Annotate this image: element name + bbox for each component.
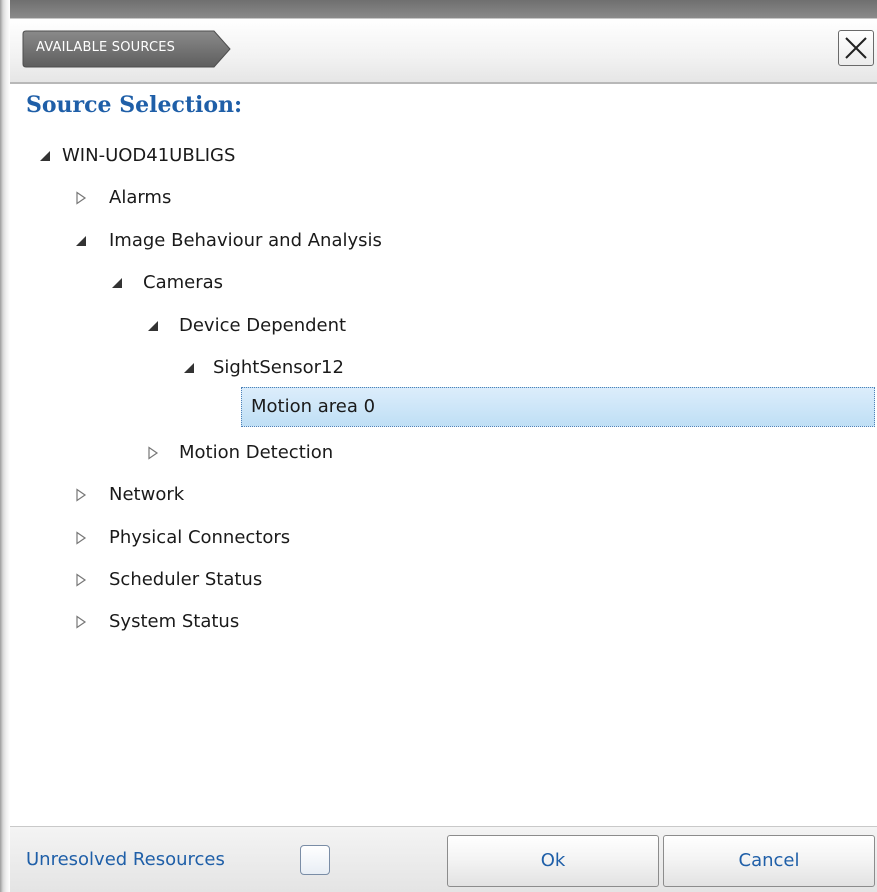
tree-node-label: System Status [109, 611, 240, 632]
collapsed-arrow-icon[interactable] [74, 191, 88, 205]
expanded-arrow-icon[interactable] [74, 234, 88, 248]
tree-node-cameras[interactable]: Cameras [110, 265, 410, 301]
window-edge [0, 0, 10, 892]
section-title: Source Selection: [26, 92, 243, 118]
close-button[interactable] [838, 30, 874, 66]
expanded-arrow-icon[interactable] [110, 276, 124, 290]
breadcrumb-label: AVAILABLE SOURCES [36, 40, 176, 55]
tree-node-label: Alarms [109, 187, 172, 208]
expanded-arrow-icon[interactable] [146, 319, 160, 333]
collapsed-arrow-icon[interactable] [74, 615, 88, 629]
close-x-icon [845, 37, 867, 59]
collapsed-arrow-icon[interactable] [74, 488, 88, 502]
dialog-footer: Unresolved Resources Ok Cancel [10, 826, 877, 892]
ok-button[interactable]: Ok [447, 835, 659, 887]
tree-node-label: SightSensor12 [213, 357, 344, 378]
collapsed-arrow-icon[interactable] [74, 531, 88, 545]
tree-node-label: Cameras [143, 272, 224, 293]
tree-node-device-dependent[interactable]: Device Dependent [146, 308, 446, 344]
source-selection-panel: Source Selection: WIN-UOD41UBLIGS Alarms… [10, 84, 877, 826]
collapsed-arrow-icon[interactable] [146, 446, 160, 460]
tree-node-label: WIN-UOD41UBLIGS [62, 145, 236, 166]
tree-node-label: Physical Connectors [109, 527, 291, 548]
cancel-button[interactable]: Cancel [663, 835, 875, 887]
tree-node-label: Motion area 0 [251, 396, 376, 417]
tree-node-system-status[interactable]: System Status [74, 604, 374, 640]
tree-node-label: Network [109, 484, 185, 505]
tree-node-root[interactable]: WIN-UOD41UBLIGS [38, 138, 438, 174]
tree-node-label: Scheduler Status [109, 569, 263, 590]
expanded-arrow-icon[interactable] [38, 149, 52, 163]
collapsed-arrow-icon[interactable] [74, 573, 88, 587]
tree-node-motion-detection[interactable]: Motion Detection [146, 435, 446, 471]
tree-node-sightsensor12[interactable]: SightSensor12 [182, 350, 482, 386]
tree-node-physical-connectors[interactable]: Physical Connectors [74, 520, 374, 556]
tree-node-label: Image Behaviour and Analysis [109, 230, 382, 251]
tree-node-scheduler-status[interactable]: Scheduler Status [74, 562, 374, 598]
available-sources-dialog: AVAILABLE SOURCES Source Selection: WIN-… [0, 0, 877, 892]
tree-node-network[interactable]: Network [74, 477, 374, 513]
unresolved-resources-checkbox[interactable] [300, 845, 330, 875]
unresolved-resources-label[interactable]: Unresolved Resources [26, 849, 225, 870]
tree-node-label: Device Dependent [179, 315, 347, 336]
tree-node-alarms[interactable]: Alarms [74, 180, 374, 216]
tree-node-image-behaviour[interactable]: Image Behaviour and Analysis [74, 223, 574, 259]
breadcrumb[interactable]: AVAILABLE SOURCES [22, 30, 232, 68]
tree-node-label: Motion Detection [179, 442, 334, 463]
expanded-arrow-icon[interactable] [182, 361, 196, 375]
window-top-strip [10, 0, 877, 18]
tree-node-motion-area-0[interactable]: Motion area 0 [241, 389, 875, 425]
